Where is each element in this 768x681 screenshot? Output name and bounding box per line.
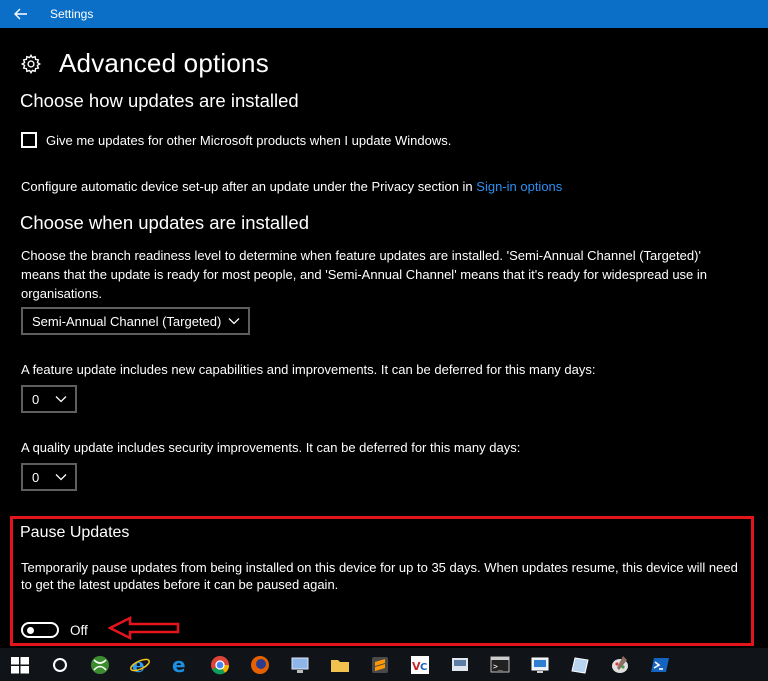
firefox-icon (251, 655, 269, 674)
back-button[interactable] (0, 0, 42, 28)
pause-updates-toggle[interactable] (21, 622, 59, 638)
taskbar-paint[interactable] (600, 648, 640, 681)
chevron-down-icon (55, 474, 67, 481)
pause-updates-highlight: Pause Updates Temporarily pause updates … (10, 516, 754, 646)
powershell-icon (651, 657, 669, 672)
title-bar: Settings (0, 0, 768, 28)
edge-icon: e (172, 654, 186, 676)
computer-icon (291, 657, 309, 673)
taskbar-file-explorer[interactable] (320, 648, 360, 681)
svg-text:>_: >_ (493, 662, 503, 671)
pause-updates-heading: Pause Updates (20, 524, 130, 541)
taskbar-ie[interactable]: e (120, 648, 160, 681)
xbox-icon (91, 655, 109, 674)
branch-description: Choose the branch readiness level to det… (21, 248, 708, 301)
tablet-icon (571, 656, 589, 674)
pause-updates-description: Temporarily pause updates from being ins… (21, 560, 738, 592)
page-title: Advanced options (59, 48, 269, 78)
taskbar-powershell[interactable] (640, 648, 680, 681)
page-header: Advanced options (20, 48, 269, 79)
setup-text: Configure automatic device set-up after … (21, 177, 562, 196)
windows-logo-icon (11, 656, 29, 673)
other-products-checkbox[interactable] (21, 132, 37, 148)
taskbar-firefox[interactable] (240, 648, 280, 681)
terminal-icon: >_ (490, 656, 510, 672)
taskbar-chrome[interactable] (200, 648, 240, 681)
feature-defer-dropdown[interactable]: 0 (21, 385, 77, 413)
mail-icon (452, 657, 468, 671)
taskbar: e e VC >_ (0, 648, 768, 681)
taskbar-terminal[interactable]: >_ (480, 648, 520, 681)
taskbar-this-pc[interactable] (280, 648, 320, 681)
back-arrow-icon (14, 8, 27, 20)
cortana-button[interactable] (40, 648, 80, 681)
pause-toggle-state: Off (70, 623, 88, 638)
when-section-heading: Choose when updates are installed (20, 212, 309, 233)
other-products-label: Give me updates for other Microsoft prod… (46, 132, 452, 148)
settings-content: Advanced options Choose how updates are … (0, 28, 768, 648)
quality-defer-dropdown[interactable]: 0 (21, 463, 77, 491)
ie-icon: e (130, 654, 150, 676)
gear-icon (20, 53, 42, 74)
paint-icon (612, 655, 628, 673)
network-icon (531, 657, 549, 673)
feature-defer-value: 0 (32, 391, 40, 407)
toggle-knob (27, 627, 34, 634)
sign-in-options-link[interactable]: Sign-in options (476, 179, 562, 194)
taskbar-network[interactable] (520, 648, 560, 681)
taskbar-tablet[interactable] (560, 648, 600, 681)
cortana-icon (53, 657, 67, 672)
window-title: Settings (50, 7, 94, 21)
chevron-down-icon (55, 396, 67, 403)
chevron-down-icon (228, 318, 240, 325)
svg-text:C: C (420, 662, 427, 673)
install-section-heading: Choose how updates are installed (20, 90, 299, 111)
quality-update-description: A quality update includes security impro… (21, 440, 521, 455)
taskbar-xbox[interactable] (80, 648, 120, 681)
taskbar-edge[interactable]: e (160, 648, 200, 681)
red-arrow-annotation (108, 616, 180, 640)
taskbar-vscode[interactable]: VC (400, 648, 440, 681)
chrome-icon (211, 655, 230, 674)
start-button[interactable] (0, 648, 40, 681)
folder-icon (331, 659, 349, 672)
other-products-option[interactable]: Give me updates for other Microsoft prod… (21, 132, 451, 148)
setup-description: Configure automatic device set-up after … (21, 179, 473, 194)
taskbar-mail[interactable] (440, 648, 480, 681)
feature-update-description: A feature update includes new capabiliti… (21, 362, 596, 377)
branch-readiness-value: Semi-Annual Channel (Targeted) (32, 313, 222, 329)
svg-text:e: e (172, 654, 186, 676)
branch-readiness-dropdown[interactable]: Semi-Annual Channel (Targeted) (21, 307, 250, 335)
sublime-icon (372, 656, 388, 673)
quality-defer-value: 0 (32, 469, 40, 485)
taskbar-sublime[interactable] (360, 648, 400, 681)
vscode-icon: VC (411, 655, 429, 674)
